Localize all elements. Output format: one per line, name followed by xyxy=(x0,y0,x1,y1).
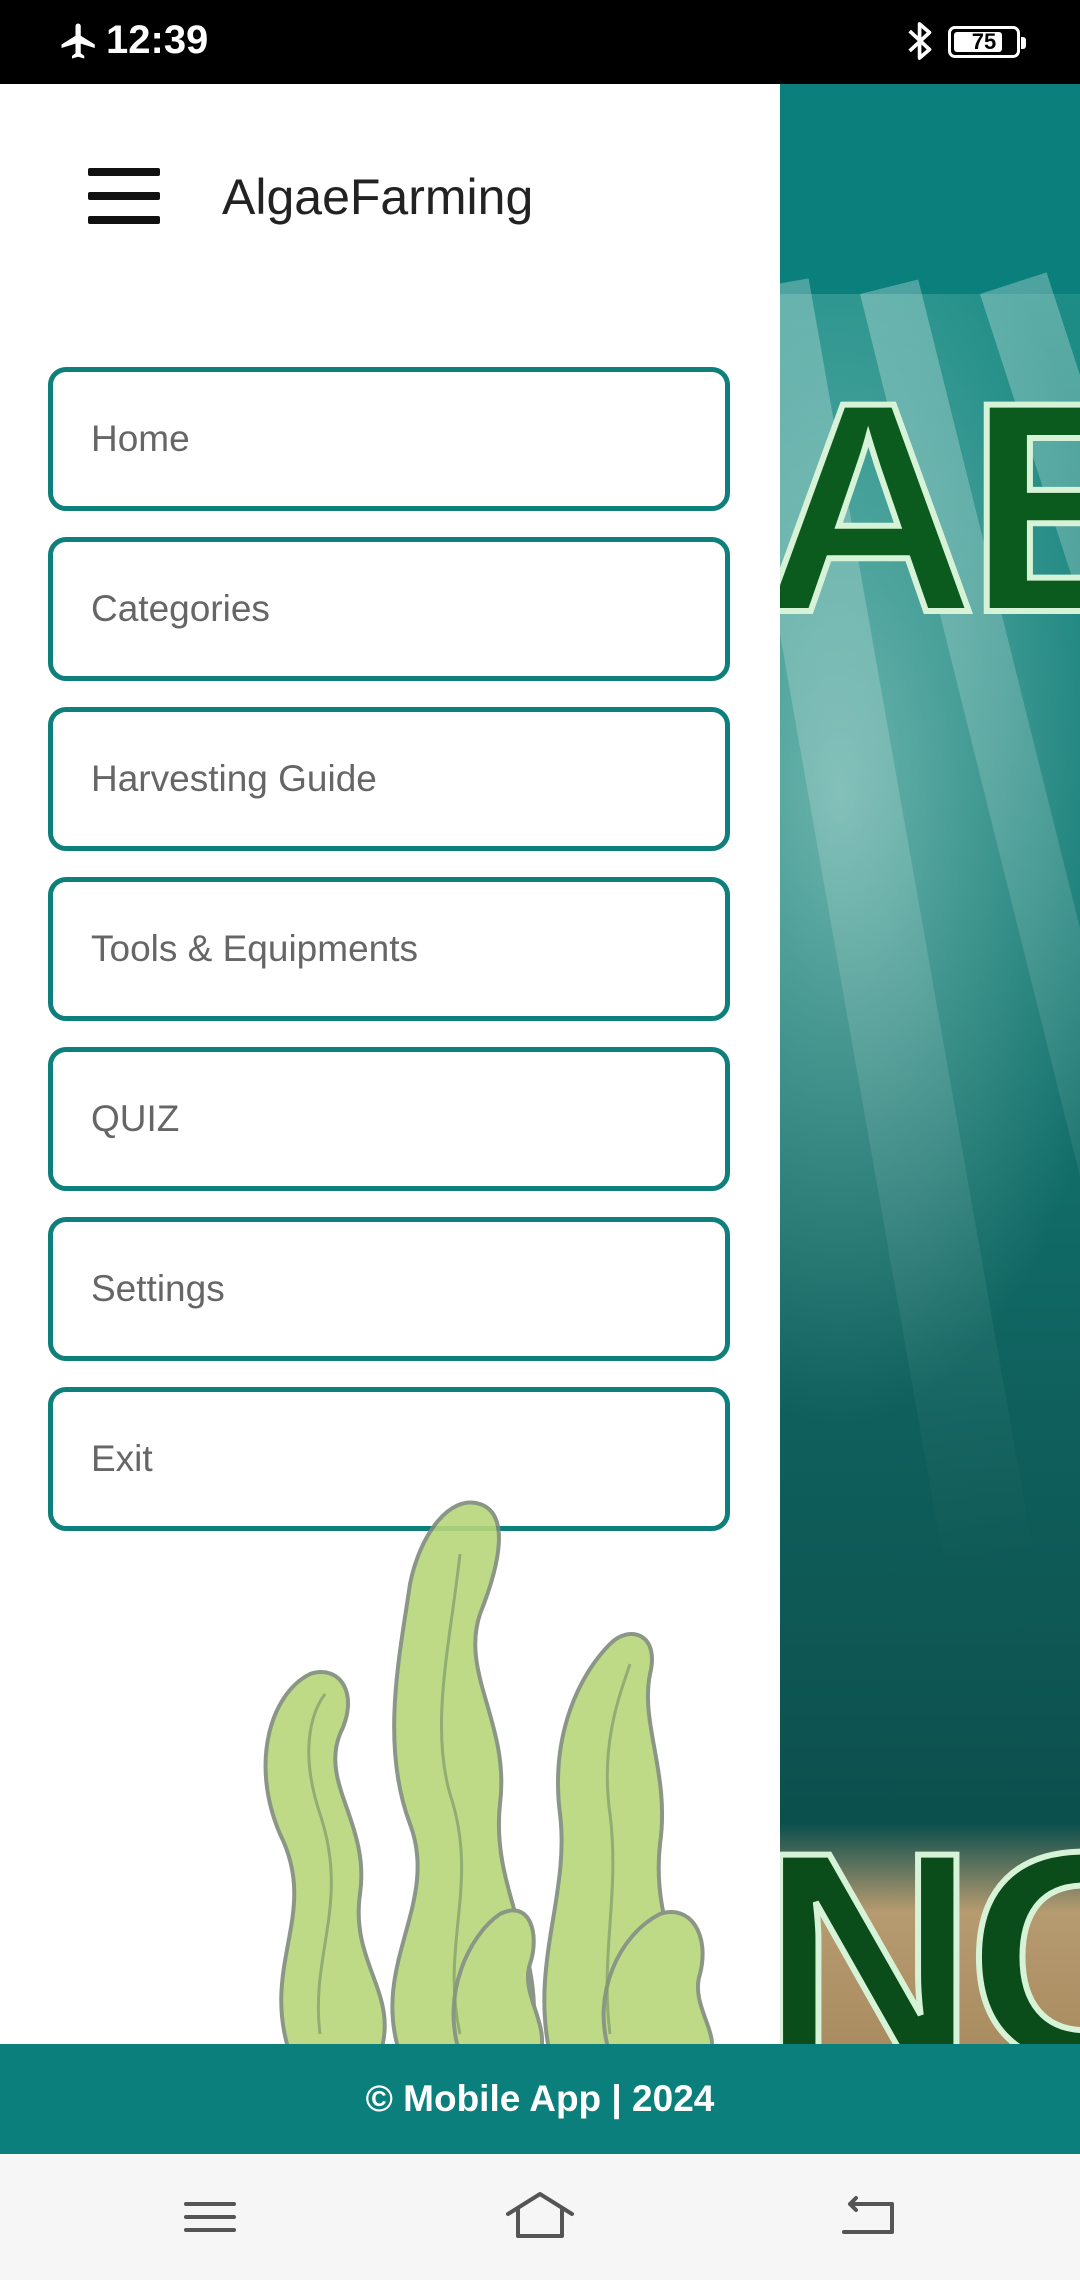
navigation-drawer: AlgaeFarming Home Categories Harvesting … xyxy=(0,84,780,2044)
menu-item-label: Home xyxy=(91,418,190,459)
menu-item-categories[interactable]: Categories xyxy=(48,537,730,681)
hero-title-bottom: NG xyxy=(757,1786,1080,2044)
status-time: 12:39 xyxy=(106,18,209,62)
home-icon[interactable] xyxy=(500,2184,580,2250)
menu-item-label: Harvesting Guide xyxy=(91,758,377,799)
seaweed-illustration xyxy=(263,1500,714,2044)
menu-item-label: Settings xyxy=(91,1268,225,1309)
footer-copyright: © Mobile App | 2024 xyxy=(365,2078,715,2119)
bluetooth-icon xyxy=(908,22,932,60)
menu-item-home[interactable]: Home xyxy=(48,367,730,511)
menu-item-harvesting-guide[interactable]: Harvesting Guide xyxy=(48,707,730,851)
recents-icon[interactable] xyxy=(170,2184,250,2250)
app-title: AlgaeFarming xyxy=(222,169,534,225)
menu-item-quiz[interactable]: QUIZ xyxy=(48,1047,730,1191)
menu-item-label: Tools & Equipments xyxy=(91,928,419,969)
battery-icon: 75 xyxy=(948,26,1026,58)
system-navigation-bar xyxy=(0,2154,1080,2280)
drawer-menu: Home Categories Harvesting Guide Tools &… xyxy=(48,367,730,1557)
footer: © Mobile App | 2024 xyxy=(0,2044,1080,2154)
status-bar: 12:39 75 xyxy=(0,0,1080,84)
battery-level: 75 xyxy=(971,29,997,54)
hero-title-top: AE xyxy=(757,336,1080,678)
menu-item-label: Exit xyxy=(91,1438,153,1479)
menu-item-label: QUIZ xyxy=(91,1098,180,1139)
menu-item-tools-equipments[interactable]: Tools & Equipments xyxy=(48,877,730,1021)
back-icon[interactable] xyxy=(830,2184,910,2250)
menu-item-settings[interactable]: Settings xyxy=(48,1217,730,1361)
hamburger-menu-icon[interactable] xyxy=(88,166,164,226)
menu-item-label: Categories xyxy=(91,588,270,629)
airplane-mode-icon xyxy=(61,23,95,59)
